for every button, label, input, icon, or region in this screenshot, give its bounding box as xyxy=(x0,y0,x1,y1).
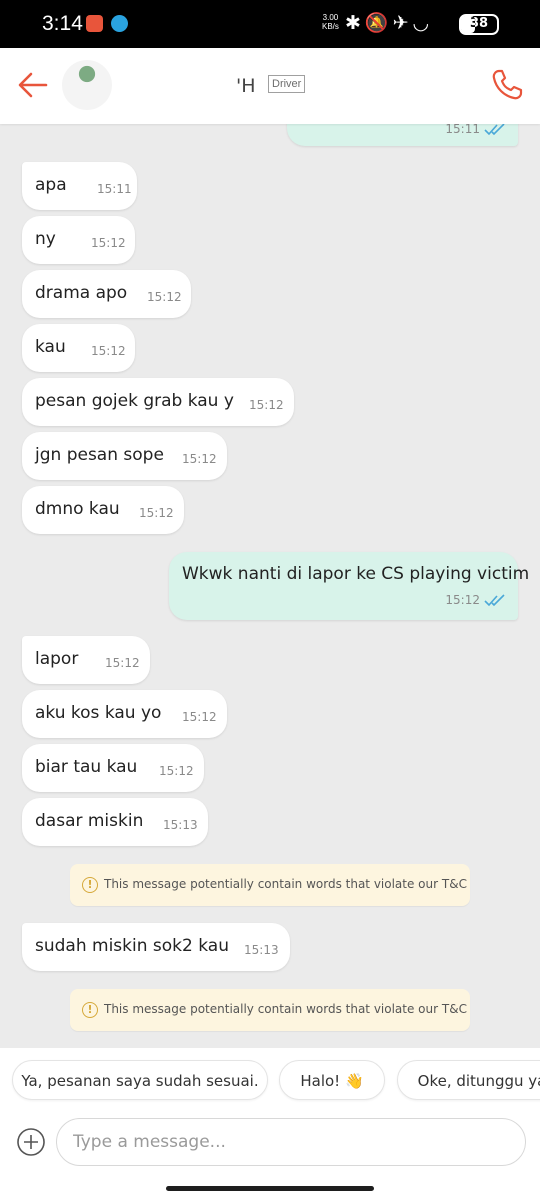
app-notification-icon xyxy=(86,15,103,32)
quick-reply-label: Halo! 👋 xyxy=(300,1072,364,1090)
wifi-icon: ◡ xyxy=(412,12,434,34)
warning-text: This message potentially contain words t… xyxy=(104,877,467,891)
battery-icon: 38 xyxy=(459,14,499,35)
chat-bubble-incoming[interactable]: ny 15:12 xyxy=(22,216,135,264)
quick-reply-chip[interactable]: Halo! 👋 xyxy=(279,1060,385,1100)
read-ticks-icon xyxy=(484,124,505,136)
message-text: apa xyxy=(35,175,67,195)
chat-bubble-incoming[interactable]: biar tau kau 15:12 xyxy=(22,744,204,792)
message-text: drama apo xyxy=(35,283,128,303)
message-time: 15:12 xyxy=(105,656,140,670)
status-bar: 3:14 3.00 KB/s ✱🔕✈◡ 38 xyxy=(0,0,540,48)
driver-badge: Driver xyxy=(268,75,306,93)
status-icons: ✱🔕✈◡ xyxy=(345,11,433,34)
message-text: kau xyxy=(35,337,66,357)
chat-bubble-outgoing[interactable]: Wkwk nanti di lapor ke CS playing victim… xyxy=(169,552,529,620)
message-time: 15:12 xyxy=(445,593,480,607)
mute-icon: 🔕 xyxy=(364,12,393,34)
quick-reply-label: Oke, ditunggu ya xyxy=(417,1072,540,1090)
bluetooth-icon: ✱ xyxy=(345,12,365,34)
tc-warning-banner: ! This message potentially contain words… xyxy=(70,864,470,906)
back-arrow-icon[interactable] xyxy=(16,68,50,102)
chat-bubble-incoming[interactable]: apa 15:11 xyxy=(22,162,137,210)
warning-icon: ! xyxy=(82,877,98,893)
message-time: 15:12 xyxy=(182,452,217,466)
chat-messages: 15:11 apa 15:11 ny 15:12 drama apo 15:12… xyxy=(0,124,540,1048)
chat-bubble-incoming[interactable]: aku kos kau yo 15:12 xyxy=(22,690,227,738)
battery-level: 38 xyxy=(469,16,489,31)
message-time: 15:13 xyxy=(163,818,198,832)
message-time: 15:12 xyxy=(147,290,182,304)
message-text: lapor xyxy=(35,649,79,669)
message-time: 15:11 xyxy=(97,182,132,196)
chat-bubble-incoming[interactable]: kau 15:12 xyxy=(22,324,135,372)
message-text: Wkwk nanti di lapor ke CS playing victim xyxy=(182,564,530,584)
chat-bubble-incoming[interactable]: lapor 15:12 xyxy=(22,636,150,684)
message-text: jgn pesan sope xyxy=(35,445,164,465)
airplane-icon: ✈ xyxy=(392,12,413,34)
chat-bubble-outgoing-partial[interactable]: 15:11 xyxy=(287,124,518,146)
quick-replies: Ya, pesanan saya sudah sesuai. Halo! 👋 O… xyxy=(0,1048,540,1112)
chat-bubble-incoming[interactable]: dasar miskin 15:13 xyxy=(22,798,208,846)
read-ticks-icon xyxy=(484,594,505,607)
message-composer xyxy=(0,1112,540,1184)
net-speed: 3.00 KB/s xyxy=(322,13,339,31)
navigation-bar xyxy=(0,1184,540,1200)
message-time: 15:11 xyxy=(445,124,480,136)
status-time: 3:14 xyxy=(42,12,83,35)
message-text: dmno kau xyxy=(35,499,120,519)
message-text: biar tau kau xyxy=(35,757,138,777)
avatar[interactable] xyxy=(62,60,112,110)
message-time: 15:13 xyxy=(244,943,279,957)
message-time: 15:12 xyxy=(249,398,284,412)
message-input[interactable] xyxy=(56,1118,526,1166)
contact-name: 'H xyxy=(236,75,256,97)
message-time: 15:12 xyxy=(139,506,174,520)
add-attachment-icon[interactable] xyxy=(16,1127,46,1157)
chat-bubble-incoming[interactable]: jgn pesan sope 15:12 xyxy=(22,432,227,480)
message-time: 15:12 xyxy=(159,764,194,778)
quick-reply-label: Ya, pesanan saya sudah sesuai. xyxy=(21,1072,259,1090)
message-text: ny xyxy=(35,229,56,249)
message-text: pesan gojek grab kau y xyxy=(35,391,234,411)
warning-text: This message potentially contain words t… xyxy=(104,1002,467,1016)
chat-bubble-incoming[interactable]: pesan gojek grab kau y 15:12 xyxy=(22,378,294,426)
tc-warning-banner: ! This message potentially contain words… xyxy=(70,989,470,1031)
quick-reply-chip[interactable]: Ya, pesanan saya sudah sesuai. xyxy=(12,1060,268,1100)
message-time: 15:12 xyxy=(91,236,126,250)
chat-bubble-incoming[interactable]: drama apo 15:12 xyxy=(22,270,191,318)
message-text: aku kos kau yo xyxy=(35,703,162,723)
chat-bubble-incoming[interactable]: sudah miskin sok2 kau 15:13 xyxy=(22,923,290,971)
message-text: sudah miskin sok2 kau xyxy=(35,936,229,956)
chat-header: 'H Driver xyxy=(0,48,540,124)
telegram-icon xyxy=(111,15,128,32)
warning-icon: ! xyxy=(82,1002,98,1018)
chat-bubble-incoming[interactable]: dmno kau 15:12 xyxy=(22,486,184,534)
home-gesture-handle[interactable] xyxy=(166,1186,374,1191)
message-text: dasar miskin xyxy=(35,811,144,831)
quick-reply-chip[interactable]: Oke, ditunggu ya xyxy=(397,1060,540,1100)
message-time: 15:12 xyxy=(91,344,126,358)
phone-icon[interactable] xyxy=(490,68,524,102)
message-time: 15:12 xyxy=(182,710,217,724)
